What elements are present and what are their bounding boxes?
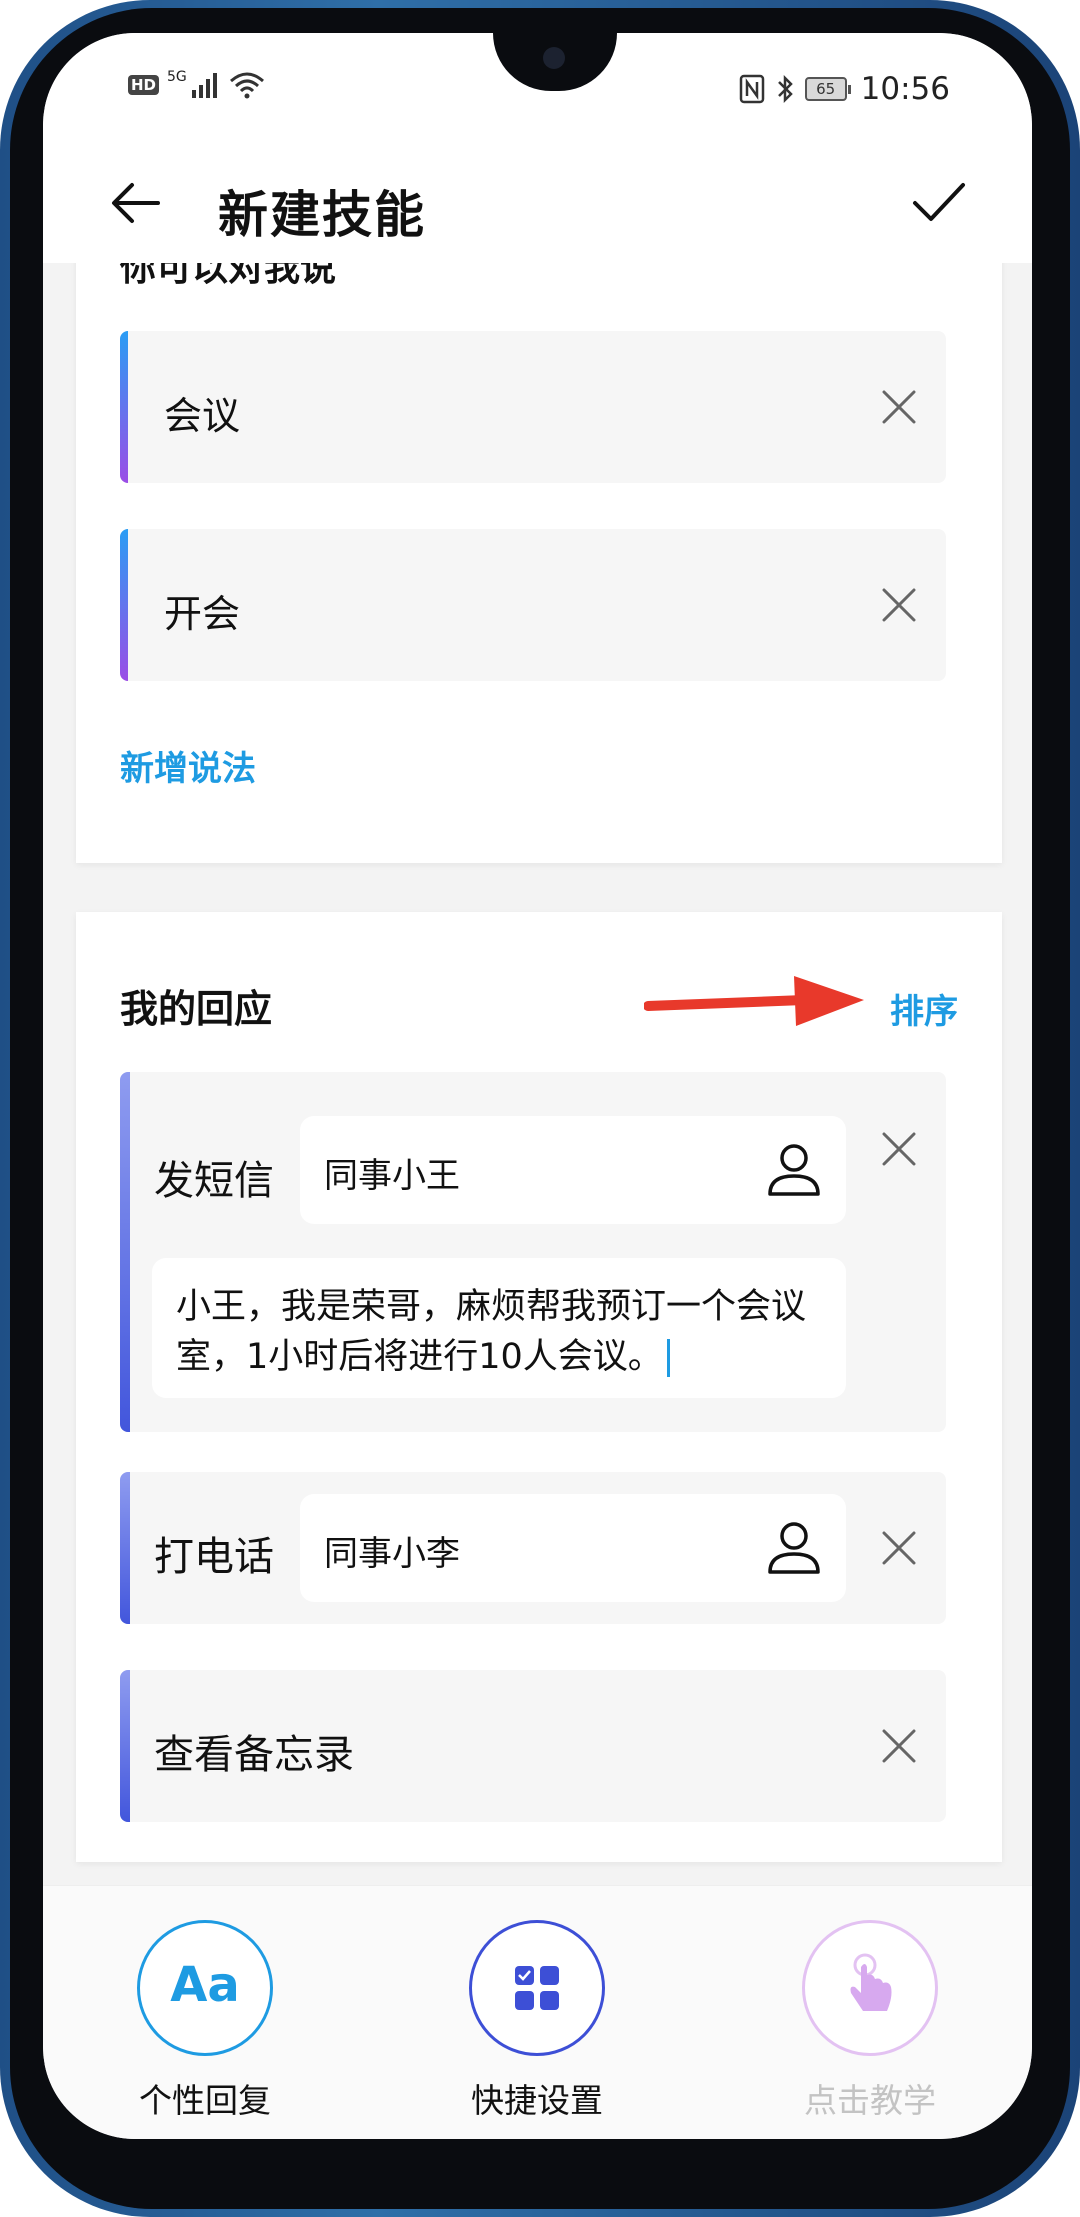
page-title: 新建技能 xyxy=(218,186,426,244)
tutorial-icon[interactable] xyxy=(802,1920,938,2056)
wifi-icon xyxy=(229,72,264,99)
front-camera xyxy=(543,47,565,69)
content-area[interactable]: 你可以对我说 会议 开会 新增说法 我的回应 排序 发短信 同事小王 小王，我是… xyxy=(43,263,1032,1885)
text-caret xyxy=(666,1339,670,1377)
delete-response-icon[interactable] xyxy=(874,1523,924,1573)
annotation-arrow-icon xyxy=(644,976,864,1026)
phrases-card: 你可以对我说 会议 开会 新增说法 xyxy=(76,263,1002,863)
bottom-toolbar: Aa 个性回复 快捷设置 点击教学 xyxy=(43,1885,1032,2139)
back-arrow-icon[interactable] xyxy=(106,173,166,233)
grid-icon xyxy=(515,1966,559,2010)
status-right: 65 10:56 xyxy=(739,71,950,107)
aa-glyph: Aa xyxy=(170,1957,240,2013)
network-type: 5G xyxy=(167,69,187,85)
hd-badge: HD xyxy=(128,75,160,95)
phrase-item[interactable]: 会议 xyxy=(120,331,946,483)
status-left: HD 5G xyxy=(128,69,265,99)
delete-phrase-icon[interactable] xyxy=(874,382,924,432)
phrase-item[interactable]: 开会 xyxy=(120,529,946,681)
tab-label: 快捷设置 xyxy=(471,2081,603,2120)
tab-label: 点击教学 xyxy=(804,2081,936,2120)
person-icon[interactable] xyxy=(762,1516,826,1580)
contact-name: 同事小王 xyxy=(324,1156,460,1196)
message-text: 小王，我是荣哥，麻烦帮我预订一个会议室，1小时后将进行10人会议。 xyxy=(176,1287,807,1377)
delete-response-icon[interactable] xyxy=(874,1721,924,1771)
custom-reply-icon[interactable]: Aa xyxy=(137,1920,273,2056)
add-phrase-link[interactable]: 新增说法 xyxy=(120,741,256,790)
contact-name: 同事小李 xyxy=(324,1534,460,1574)
signal-icon xyxy=(191,73,217,98)
sort-button[interactable]: 排序 xyxy=(890,984,958,1033)
tab-quick-settings[interactable]: 快捷设置 xyxy=(427,1920,647,2122)
phrase-text[interactable]: 会议 xyxy=(164,385,240,440)
nfc-icon xyxy=(739,74,764,104)
confirm-check-icon[interactable] xyxy=(909,173,969,233)
app-header: 新建技能 xyxy=(43,133,1032,263)
quick-settings-icon[interactable] xyxy=(469,1920,605,2056)
responses-section-title: 我的回应 xyxy=(120,987,273,1031)
tab-custom-reply[interactable]: Aa 个性回复 xyxy=(95,1920,315,2122)
tap-hand-icon xyxy=(850,1953,892,2011)
tab-tutorial[interactable]: 点击教学 xyxy=(760,1920,980,2122)
delete-response-icon[interactable] xyxy=(874,1124,924,1174)
phrase-text[interactable]: 开会 xyxy=(164,583,240,638)
person-icon[interactable] xyxy=(762,1138,826,1202)
response-action-label: 打电话 xyxy=(154,1534,274,1580)
battery-level: 65 xyxy=(804,77,847,101)
response-item-call[interactable]: 打电话 同事小李 xyxy=(120,1472,946,1624)
response-action-label: 发短信 xyxy=(154,1158,274,1204)
response-item-sms[interactable]: 发短信 同事小王 小王，我是荣哥，麻烦帮我预订一个会议室，1小时后将进行10人会… xyxy=(120,1072,946,1432)
contact-field[interactable]: 同事小王 xyxy=(300,1116,846,1224)
contact-field[interactable]: 同事小李 xyxy=(300,1494,846,1602)
delete-phrase-icon[interactable] xyxy=(874,580,924,630)
battery-icon: 65 xyxy=(804,77,851,101)
response-item-memo[interactable]: 查看备忘录 xyxy=(120,1670,946,1822)
bluetooth-icon xyxy=(777,74,793,104)
status-time: 10:56 xyxy=(860,71,950,107)
response-action-label: 查看备忘录 xyxy=(154,1732,354,1778)
phone-screen: HD 5G 65 10:56 新建技能 你可以对我说 会议 开会 新增说法 我的… xyxy=(43,33,1032,2139)
message-input[interactable]: 小王，我是荣哥，麻烦帮我预订一个会议室，1小时后将进行10人会议。 xyxy=(152,1258,846,1398)
phrases-section-title: 你可以对我说 xyxy=(120,263,337,289)
tab-label: 个性回复 xyxy=(139,2081,271,2120)
responses-card: 我的回应 排序 发短信 同事小王 小王，我是荣哥，麻烦帮我预订一个会议室，1小时… xyxy=(76,912,1002,1862)
